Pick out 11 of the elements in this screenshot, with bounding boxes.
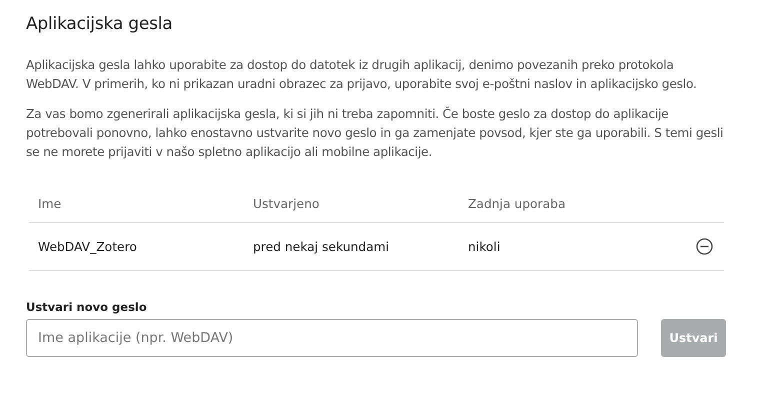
table-cell-text: WebDAV_Zotero — [37, 240, 138, 254]
description-paragraph: Za vas bomo zgenerirali aplikacijska gesla, ki si jih ni treba zapomniti. Če boste geslo za dostop do aplikacije potrebovali ponovno, lahko enostavno ustvarite novo geslo in ga zamenjate povsod, kjer ste ga uporabili. S temi gesli se ne morete prijaviti v našo spletno aplikacijo ali mobilne aplikacije. — [26, 106, 724, 161]
table-cell-text: nikoli — [467, 240, 502, 254]
table-cell-text: pred nekaj sekundami — [252, 240, 390, 254]
remove-icon[interactable] — [696, 238, 712, 255]
section-title: Aplikacijska gesla — [26, 14, 174, 34]
column-header: Zadnja uporaba — [467, 197, 566, 211]
column-header: Ustvarjeno — [252, 197, 320, 211]
field-label: Ustvari novo geslo — [26, 300, 148, 314]
column-header: Ime — [37, 197, 62, 211]
description-paragraph: Aplikacijska gesla lahko uporabite za dostop do datotek iz drugih aplikacij, denimo povezanih preko protokola WebDAV. V primerih, ko ni prikazan uradni obrazec za prijavo, uporabite svoj e-poštni naslov in aplikacijsko geslo. — [26, 57, 698, 93]
